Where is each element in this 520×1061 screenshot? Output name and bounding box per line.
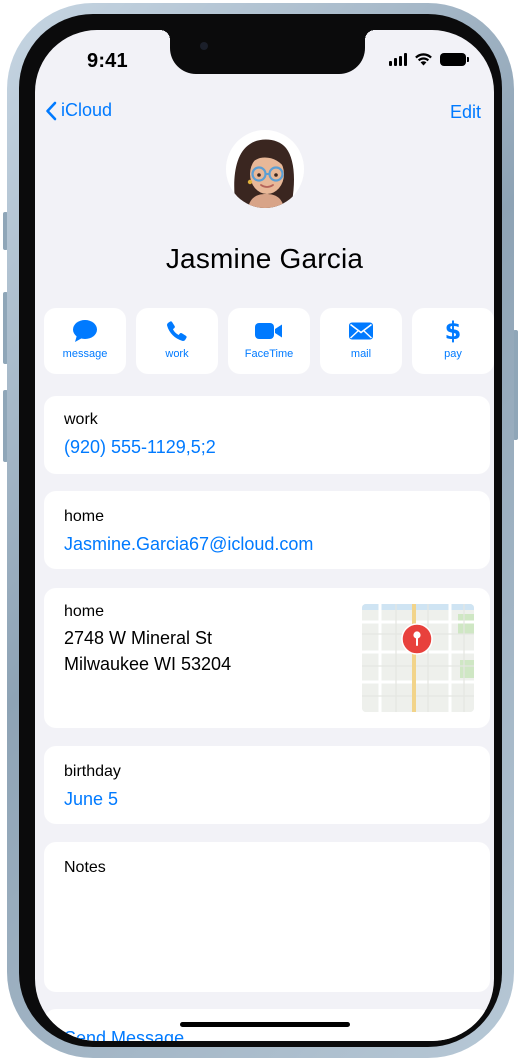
call-work-action-label: work <box>165 348 189 360</box>
status-icons <box>389 52 469 66</box>
phone-number-card[interactable]: work (920) 555-1129,5;2 <box>44 396 490 474</box>
address-map-thumbnail[interactable] <box>362 604 474 712</box>
notes-label: Notes <box>64 859 106 876</box>
birthday-value[interactable]: June 5 <box>64 789 118 810</box>
cellular-signal-icon <box>389 52 407 66</box>
home-indicator[interactable] <box>180 1022 350 1027</box>
pay-action-label: pay <box>444 348 462 360</box>
address-line-2: Milwaukee WI 53204 <box>64 654 232 674</box>
battery-icon <box>440 52 469 66</box>
memoji-avatar-icon <box>234 139 294 208</box>
birthday-label: birthday <box>64 763 121 780</box>
phone-number-label: work <box>64 411 98 428</box>
map-image <box>362 604 474 712</box>
address-label: home <box>64 603 105 620</box>
birthday-card: birthday June 5 <box>44 746 490 824</box>
mail-action-button[interactable]: mail <box>320 308 402 374</box>
edit-button[interactable]: Edit <box>450 102 481 123</box>
back-button-label: iCloud <box>61 100 113 120</box>
dollar-sign-icon: $ <box>444 317 462 345</box>
address-card[interactable]: home 2748 W Mineral St Milwaukee WI 5320… <box>44 588 490 728</box>
contact-name: Jasmine Garcia <box>165 243 364 274</box>
phone-icon <box>166 319 188 343</box>
video-camera-icon <box>254 319 284 343</box>
map-pin-icon <box>401 623 433 655</box>
wifi-icon <box>415 53 432 66</box>
message-bubble-icon <box>72 319 98 343</box>
pay-action-button[interactable]: $ pay <box>412 308 494 374</box>
email-value[interactable]: Jasmine.Garcia67@icloud.com <box>64 534 313 555</box>
quick-actions: message work FaceTime mail $ pay <box>44 308 494 374</box>
status-time: 9:41 <box>87 50 128 72</box>
envelope-icon <box>348 319 374 343</box>
facetime-action-button[interactable]: FaceTime <box>228 308 310 374</box>
call-work-action-button[interactable]: work <box>136 308 218 374</box>
notch <box>160 30 375 74</box>
contact-avatar[interactable] <box>226 130 304 208</box>
message-action-label: message <box>62 348 108 360</box>
notes-card[interactable]: Notes <box>44 842 490 992</box>
send-message-button[interactable]: Send Message <box>64 1028 184 1041</box>
phone-number-value[interactable]: (920) 555-1129,5;2 <box>64 437 216 458</box>
contact-card-screen: 9:41 iCloud Edit Jasmine Garcia message … <box>35 30 494 1041</box>
chevron-left-icon <box>46 101 57 120</box>
front-camera <box>200 42 208 50</box>
message-action-button[interactable]: message <box>44 308 126 374</box>
email-card[interactable]: home Jasmine.Garcia67@icloud.com <box>44 491 490 569</box>
mail-action-label: mail <box>350 348 372 360</box>
back-button[interactable]: iCloud <box>45 100 112 121</box>
email-label: home <box>64 508 105 525</box>
address-line-1: 2748 W Mineral St <box>64 628 213 648</box>
facetime-action-label: FaceTime <box>244 348 294 360</box>
